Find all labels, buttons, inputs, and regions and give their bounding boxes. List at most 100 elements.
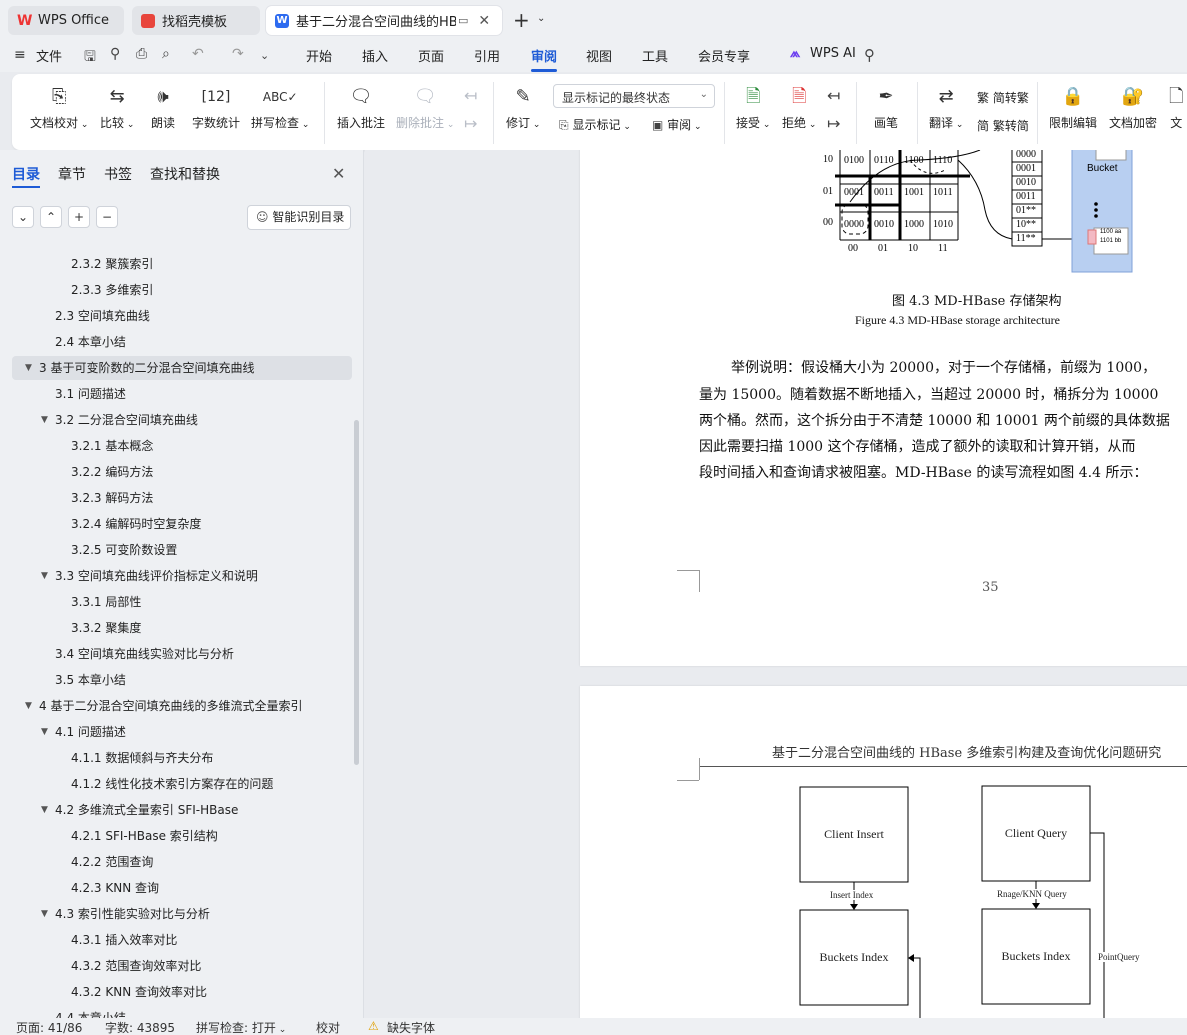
expand-toggle-icon[interactable]: ▼	[25, 356, 32, 380]
toc-item[interactable]: ▼ 3.3 空间填充曲线评价指标定义和说明	[12, 564, 352, 588]
expand-toggle-icon[interactable]: ▼	[41, 902, 48, 926]
restrict-edit-button[interactable]: 🔒 限制编辑	[1049, 84, 1097, 131]
toc-item[interactable]: 3.2.2 编码方法	[12, 460, 352, 484]
more-ribbon-button[interactable]: 🗋 文	[1169, 84, 1183, 131]
page-indicator[interactable]: 页面: 41/86	[16, 1019, 82, 1035]
markup-state-dropdown[interactable]: 显示标记的最终状态 ⌄	[553, 84, 715, 108]
print-icon[interactable]: ⎙	[136, 46, 147, 62]
toc-item[interactable]: 2.3 空间填充曲线	[12, 304, 352, 328]
reject-button[interactable]: 🗎 拒绝 ⌄	[782, 84, 816, 131]
toc-item[interactable]: 3.3.1 局部性	[12, 590, 352, 614]
next-change-icon[interactable]: ↦	[827, 114, 840, 133]
menu-review[interactable]: 审阅	[531, 46, 557, 65]
tab-wps-office[interactable]: W WPS Office	[8, 6, 124, 35]
simplified-to-traditional-button[interactable]: 繁 简转繁	[977, 89, 1029, 106]
toc-item[interactable]: ▼ 3.2 二分混合空间填充曲线	[12, 408, 352, 432]
redo-icon[interactable]: ↷	[232, 46, 244, 62]
menu-view[interactable]: 视图	[586, 46, 612, 65]
translate-button[interactable]: ⇄ 翻译 ⌄	[929, 84, 963, 131]
new-tab-icon[interactable]: +	[513, 8, 530, 32]
hamburger-icon[interactable]: ≡	[14, 47, 26, 63]
spell-check-toggle[interactable]: 拼写检查: 打开 ⌄	[196, 1019, 286, 1035]
toc-item[interactable]: 4.3.1 插入效率对比	[12, 928, 352, 952]
menu-membership[interactable]: 会员专享	[698, 46, 750, 65]
toc-item[interactable]: ▼ 4 基于二分混合空间填充曲线的多维流式全量索引	[12, 694, 352, 718]
more-chevron-icon[interactable]: ⌄	[260, 49, 269, 62]
toc-item[interactable]: 3.3.2 聚集度	[12, 616, 352, 640]
toc-item[interactable]: 3.2.1 基本概念	[12, 434, 352, 458]
toc-item[interactable]: 3.4 空间填充曲线实验对比与分析	[12, 642, 352, 666]
prev-comment-icon[interactable]: ↤	[464, 86, 477, 105]
menu-tools[interactable]: 工具	[642, 46, 668, 65]
proofread-status[interactable]: 校对	[316, 1019, 340, 1035]
menu-file[interactable]: 文件	[36, 46, 62, 65]
collapse-button[interactable]: ⌄	[12, 206, 34, 228]
spell-check-button[interactable]: ABC✓ 拼写检查 ⌄	[251, 84, 309, 131]
share-icon[interactable]: ⚲	[110, 46, 120, 62]
toc-item[interactable]: 4.2.2 范围查询	[12, 850, 352, 874]
traditional-to-simplified-button[interactable]: 简 繁转简	[977, 117, 1029, 134]
toc-item[interactable]: 3.5 本章小结	[12, 668, 352, 692]
tab-find-replace[interactable]: 查找和替换	[150, 164, 220, 184]
undo-icon[interactable]: ↶	[192, 46, 204, 62]
tab-sections[interactable]: 章节	[58, 164, 86, 184]
show-markup-button[interactable]: ⎘ 显示标记 ⌄	[559, 116, 631, 133]
toc-item[interactable]: 3.1 问题描述	[12, 382, 352, 406]
tab-list-chevron-icon[interactable]: ⌄	[537, 13, 545, 24]
expand-toggle-icon[interactable]: ▼	[41, 798, 48, 822]
add-heading-button[interactable]: +	[68, 206, 90, 228]
toc-item[interactable]: 3.2.5 可变阶数设置	[12, 538, 352, 562]
expand-toggle-icon[interactable]: ▼	[41, 720, 48, 744]
remove-heading-button[interactable]: −	[96, 206, 118, 228]
word-count-indicator[interactable]: 字数: 43895	[105, 1019, 175, 1035]
toc-item[interactable]: 4.3.2 KNN 查询效率对比	[12, 980, 352, 1004]
toc-item[interactable]: ▼ 4.1 问题描述	[12, 720, 352, 744]
doc-encrypt-button[interactable]: 🔐 文档加密	[1109, 84, 1157, 131]
word-count-button[interactable]: [12] 字数统计	[192, 84, 240, 131]
toc-item[interactable]: 3.2.4 编解码时空复杂度	[12, 512, 352, 536]
tab-docer-templates[interactable]: 找稻壳模板	[132, 6, 260, 35]
close-pane-icon[interactable]: ✕	[332, 164, 345, 183]
menu-wps-ai[interactable]: WPS AI	[810, 46, 856, 61]
expand-toggle-icon[interactable]: ▼	[25, 694, 32, 718]
search-icon[interactable]: ⚲	[864, 46, 875, 64]
missing-font-status[interactable]: 缺失字体	[387, 1019, 435, 1035]
expand-toggle-icon[interactable]: ▼	[41, 408, 48, 432]
print-preview-icon[interactable]: ⌕	[162, 46, 170, 62]
accept-button[interactable]: 🗎 接受 ⌄	[736, 84, 770, 131]
expand-up-button[interactable]: ⌃	[40, 206, 62, 228]
delete-comment-button[interactable]: 🗨 删除批注 ⌄	[396, 84, 454, 131]
toc-item[interactable]: 3.2.3 解码方法	[12, 486, 352, 510]
menu-page[interactable]: 页面	[418, 46, 444, 65]
tab-current-document[interactable]: W 基于二分混合空间曲线的HBa ▭ ✕	[266, 6, 502, 35]
menu-home[interactable]: 开始	[306, 46, 332, 65]
expand-toggle-icon[interactable]: ▼	[41, 564, 48, 588]
toc-item[interactable]: 4.2.1 SFI-HBase 索引结构	[12, 824, 352, 848]
toc-item[interactable]: 4.4 本章小结	[12, 1006, 352, 1018]
insert-comment-button[interactable]: 🗨 插入批注	[337, 84, 385, 131]
toc-item[interactable]: ▼ 3 基于可变阶数的二分混合空间填充曲线	[12, 356, 352, 380]
toc-item[interactable]: 2.4 本章小结	[12, 330, 352, 354]
close-tab-icon[interactable]: ✕	[478, 13, 490, 29]
next-comment-icon[interactable]: ↦	[464, 114, 477, 133]
menu-references[interactable]: 引用	[474, 46, 500, 65]
menu-insert[interactable]: 插入	[362, 46, 388, 65]
prev-change-icon[interactable]: ↤	[827, 86, 840, 105]
review-pane-button[interactable]: ▣ 审阅 ⌄	[652, 116, 702, 133]
toc-item[interactable]: 4.3.2 范围查询效率对比	[12, 954, 352, 978]
toc-item[interactable]: ▼ 4.2 多维流式全量索引 SFI-HBase	[12, 798, 352, 822]
track-changes-button[interactable]: ✎ 修订 ⌄	[506, 84, 540, 131]
pen-button[interactable]: ✒ 画笔	[874, 84, 898, 131]
toc-scrollbar[interactable]	[354, 420, 359, 765]
smart-toc-button[interactable]: ☺ 智能识别目录	[247, 205, 351, 230]
tab-bookmarks[interactable]: 书签	[104, 164, 132, 184]
read-aloud-button[interactable]: 🕪 朗读	[151, 84, 175, 131]
compare-button[interactable]: ⇆ 比较 ⌄	[100, 84, 134, 131]
doc-proofread-button[interactable]: ⎘ 文档校对 ⌄	[30, 84, 88, 131]
toc-item[interactable]: 4.1.2 线性化技术索引方案存在的问题	[12, 772, 352, 796]
save-icon[interactable]: 🖫	[84, 46, 96, 70]
tab-toc[interactable]: 目录	[12, 164, 40, 184]
toc-item[interactable]: 4.1.1 数据倾斜与齐夫分布	[12, 746, 352, 770]
toc-item[interactable]: 2.3.2 聚簇索引	[12, 252, 352, 276]
toc-item[interactable]: 2.3.3 多维索引	[12, 278, 352, 302]
